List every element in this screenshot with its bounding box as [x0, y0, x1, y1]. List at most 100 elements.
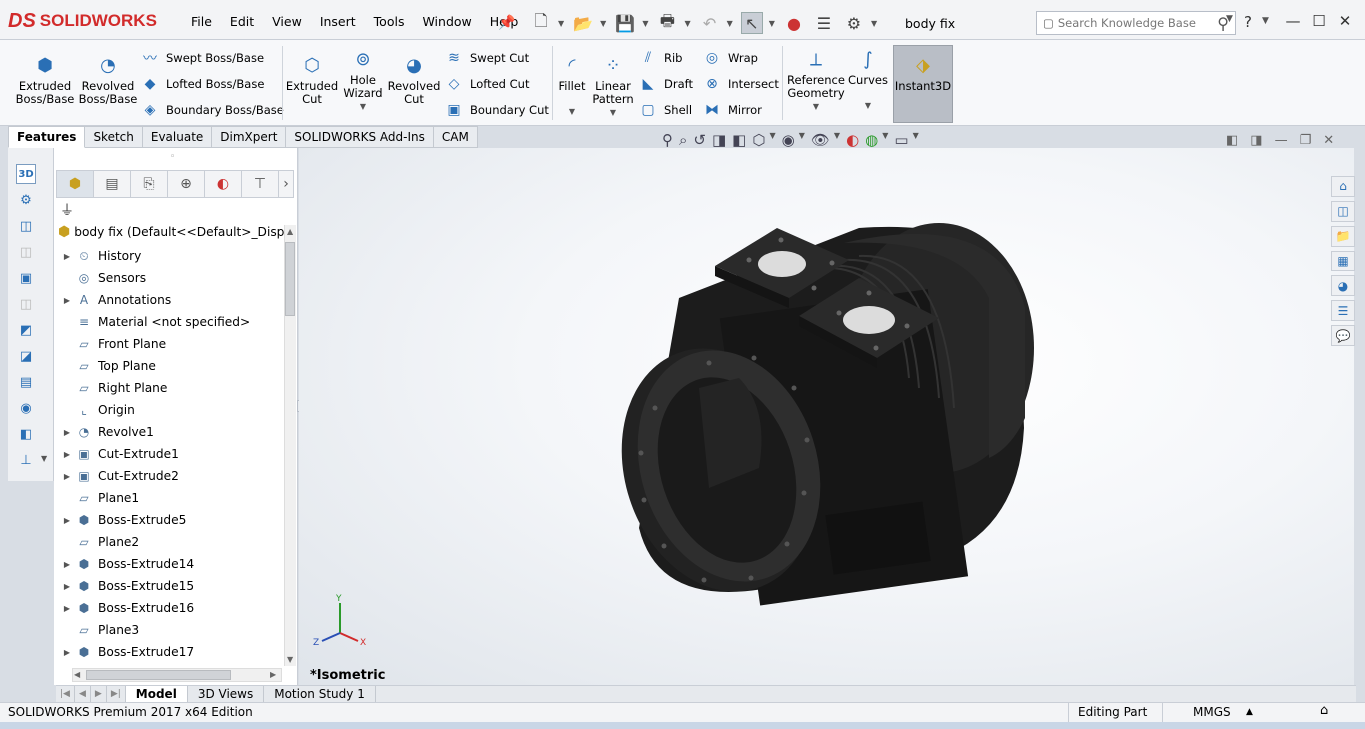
curves-dropdown-icon[interactable]: ▼ — [865, 99, 871, 112]
tab-scroll-next-icon[interactable]: ▶ — [91, 685, 107, 703]
previous-view-icon[interactable]: ↺ — [693, 131, 706, 149]
tree-node[interactable]: ▱ Top Plane — [56, 355, 286, 377]
tabs-scroll-right-icon[interactable]: › — [279, 171, 293, 197]
expand-arrow-icon[interactable]: ▶ — [60, 582, 74, 591]
minimize-window-icon[interactable]: — — [1280, 12, 1306, 30]
extruded-cut-button[interactable]: ⬡ Extruded Cut — [286, 52, 338, 106]
tab-features[interactable]: Features — [8, 126, 86, 148]
tree-node[interactable]: ▶ ⬢ Boss-Extrude5 — [56, 509, 286, 531]
help-button[interactable]: ? — [1244, 13, 1252, 31]
appearances-scenes-icon[interactable]: ◕ — [1331, 275, 1355, 297]
zoom-to-fit-icon[interactable]: ⚲ — [662, 131, 673, 149]
scroll-left-icon[interactable]: ◀ — [74, 670, 80, 679]
tree-root-part[interactable]: ⬢ body fix (Default<<Default>_Display S — [58, 224, 286, 240]
tree-node[interactable]: ⌞ Origin — [56, 399, 286, 421]
configuration-manager-tab-icon[interactable]: ⎘ — [131, 171, 168, 197]
mirror-button[interactable]: ⧓ Mirror — [702, 100, 762, 120]
swept-cut-button[interactable]: ≋ Swept Cut — [444, 48, 529, 68]
doc-restore-icon[interactable]: ❐ — [1300, 133, 1312, 148]
menu-view[interactable]: View — [263, 10, 311, 33]
tree-node[interactable]: ≡ Material <not specified> — [56, 311, 286, 333]
extruded-boss-base-button[interactable]: ⬢ Extruded Boss/Base — [14, 52, 76, 106]
tree-node[interactable]: ▶ ▣ Cut-Extrude1 — [56, 443, 286, 465]
menu-file[interactable]: File — [182, 10, 221, 33]
swept-boss-base-button[interactable]: 〰 Swept Boss/Base — [140, 48, 264, 68]
property-manager-tab-icon[interactable]: ▤ — [94, 171, 131, 197]
revolved-cut-button[interactable]: ◕ Revolved Cut — [388, 52, 441, 106]
horizontal-scroll-thumb[interactable] — [86, 670, 231, 680]
expand-arrow-icon[interactable]: ▶ — [60, 604, 74, 613]
doc-minimize-icon[interactable]: — — [1275, 133, 1288, 148]
boundary-cut-button[interactable]: ▣ Boundary Cut — [444, 100, 549, 120]
boundary-boss-base-button[interactable]: ◈ Boundary Boss/Base — [140, 100, 284, 120]
extrude-tool-icon[interactable]: ◫ — [16, 216, 36, 236]
tab-dimxpert[interactable]: DimXpert — [212, 126, 287, 148]
file-properties-icon[interactable]: ☰ — [813, 12, 835, 34]
custom-properties-icon[interactable]: ☰ — [1331, 300, 1355, 322]
dynamic-annotation-icon[interactable]: ◧ — [732, 131, 746, 149]
menu-insert[interactable]: Insert — [311, 10, 365, 33]
traffic-light-icon[interactable]: ● — [783, 12, 805, 34]
tree-node[interactable]: ▶ ◔ Revolve1 — [56, 421, 286, 443]
tree-node[interactable]: ▶ ⬢ Boss-Extrude14 — [56, 553, 286, 575]
search-dropdown-icon[interactable]: ▼ — [1226, 14, 1233, 24]
left-toolbar-dropdown-icon[interactable]: ▼ — [41, 454, 47, 463]
view-palette-icon[interactable]: ▦ — [1331, 250, 1355, 272]
tab-scroll-last-icon[interactable]: ▶| — [107, 685, 126, 703]
vertical-scroll-thumb[interactable] — [285, 242, 295, 316]
scroll-down-icon[interactable]: ▼ — [287, 655, 293, 664]
fillet-button[interactable]: ◜ Fillet ▼ — [556, 52, 588, 118]
lofted-boss-base-button[interactable]: ◆ Lofted Boss/Base — [140, 74, 265, 94]
view-orientation-icon[interactable]: ⬡ — [752, 131, 765, 149]
design-library-icon[interactable]: ◫ — [1331, 200, 1355, 222]
box-tool-icon[interactable]: ◧ — [16, 424, 36, 444]
file-explorer-icon[interactable]: 📁 — [1331, 225, 1355, 247]
expand-arrow-icon[interactable]: ▶ — [60, 472, 74, 481]
reference-geometry-button[interactable]: ⟂ Reference Geometry ▼ — [786, 46, 846, 113]
tab-motion-study-1[interactable]: Motion Study 1 — [264, 685, 376, 703]
tree-node[interactable]: ▶ ⬢ Boss-Extrude16 — [56, 597, 286, 619]
tab-3d-views[interactable]: 3D Views — [188, 685, 265, 703]
expand-arrow-icon[interactable]: ▶ — [60, 428, 74, 437]
3d-toggle-button[interactable]: 3D — [16, 164, 36, 184]
zoom-to-area-icon[interactable]: ⌕ — [679, 131, 687, 149]
hide-show-items-icon[interactable]: 👁 — [811, 131, 830, 149]
tree-node[interactable]: ▱ Plane1 — [56, 487, 286, 509]
intersect-button[interactable]: ⊗ Intersect — [702, 74, 779, 94]
select-arrow-icon[interactable]: ↖ — [740, 12, 763, 34]
tree-node[interactable]: ▱ Front Plane — [56, 333, 286, 355]
tree-node[interactable]: ▶ ⏲ History — [56, 245, 286, 267]
wrap-button[interactable]: ◎ Wrap — [702, 48, 758, 68]
tab-cam[interactable]: CAM — [433, 126, 478, 148]
tab-scroll-first-icon[interactable]: |◀ — [56, 685, 75, 703]
feature-tree-tab-icon[interactable]: ⬢ — [57, 171, 94, 197]
unit-system-selector[interactable]: MMGS — [1193, 705, 1231, 719]
rib-button[interactable]: ⫽ Rib — [638, 48, 683, 68]
tree-node[interactable]: ▶ ▣ Cut-Extrude2 — [56, 465, 286, 487]
cut-tool-icon[interactable]: ▣ — [16, 268, 36, 288]
tab-scroll-prev-icon[interactable]: ◀ — [75, 685, 91, 703]
expand-arrow-icon[interactable]: ▶ — [60, 516, 74, 525]
tree-node[interactable]: ▱ Right Plane — [56, 377, 286, 399]
expand-arrow-icon[interactable]: ▶ — [60, 296, 74, 305]
save-icon[interactable]: 💾 — [614, 12, 636, 34]
shell-button[interactable]: ▢ Shell — [638, 100, 692, 120]
new-document-icon[interactable]: 🗋 — [530, 11, 552, 34]
search-knowledge-base-input[interactable]: ▢ Search Knowledge Base ⚲ — [1036, 11, 1236, 35]
axis-tool-icon[interactable]: ⊥ — [16, 450, 36, 470]
pin-icon[interactable]: 📌 — [496, 12, 518, 34]
section-view-icon[interactable]: ◨ — [712, 131, 726, 149]
edit-appearance-icon[interactable]: ◐ — [846, 131, 859, 149]
expand-arrow-icon[interactable]: ▶ — [60, 252, 74, 261]
instant3d-button[interactable]: ⬗ Instant3D — [893, 45, 953, 123]
linear-pattern-dropdown-icon[interactable]: ▼ — [610, 106, 616, 119]
menu-tools[interactable]: Tools — [365, 10, 414, 33]
dimxpert-manager-tab-icon[interactable]: ⊕ — [168, 171, 205, 197]
solidworks-logo[interactable]: DS SOLIDWORKS — [8, 6, 160, 36]
units-dropdown-icon[interactable]: ▲ — [1246, 707, 1253, 717]
expand-arrow-icon[interactable]: ▶ — [60, 648, 74, 657]
tree-node[interactable]: ▶ ⬢ Boss-Extrude15 — [56, 575, 286, 597]
3d-model-view[interactable]: Y X Z — [299, 148, 1354, 685]
panel-grip-icon[interactable]: ◦ — [170, 152, 175, 162]
tree-node[interactable]: ▱ Plane2 — [56, 531, 286, 553]
